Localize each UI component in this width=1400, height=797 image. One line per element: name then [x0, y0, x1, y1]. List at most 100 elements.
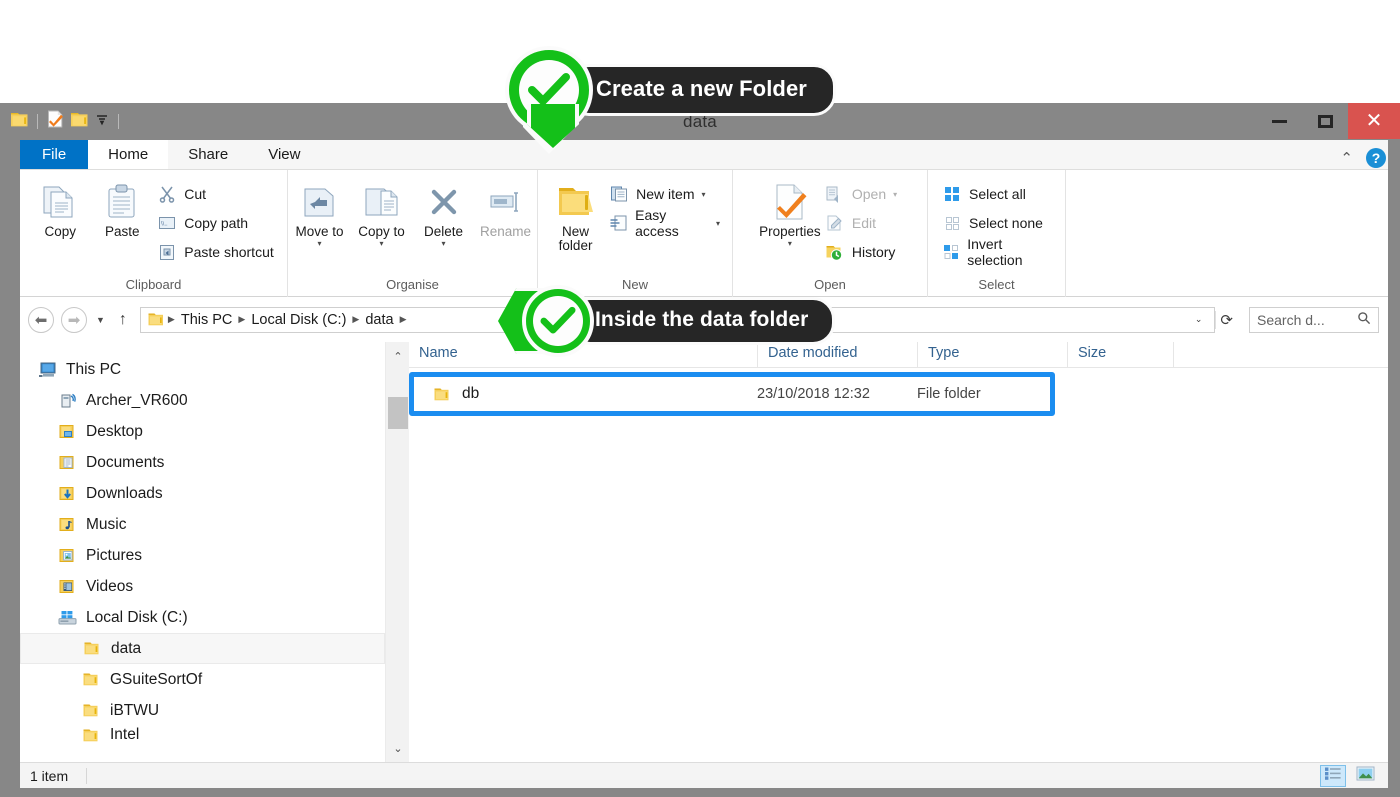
select-all-icon: [942, 184, 962, 204]
clipboard-small-commands: Cut \\.. Copy path Paste shortcut: [153, 176, 278, 264]
tab-file[interactable]: File: [20, 140, 89, 169]
file-rows: db 23/10/2018 12:32 File folder: [409, 368, 1388, 418]
tab-view[interactable]: View: [248, 140, 321, 169]
easy-access-icon: [609, 213, 628, 233]
callout-pin: [505, 46, 593, 154]
sidebar-item-gsuitesortof[interactable]: GSuiteSortOf: [20, 664, 385, 695]
tab-share[interactable]: Share: [168, 140, 249, 169]
chevron-down-icon[interactable]: ▾: [441, 240, 445, 248]
sidebar-item-desktop[interactable]: Desktop: [20, 416, 385, 447]
copy-path-button[interactable]: \\.. Copy path: [153, 211, 278, 235]
invert-selection-button[interactable]: Invert selection: [938, 236, 1057, 268]
folder-icon: [80, 702, 102, 719]
select-all-button[interactable]: Select all: [938, 182, 1057, 206]
select-none-button[interactable]: Select none: [938, 211, 1057, 235]
copy-path-label: Copy path: [184, 215, 249, 231]
close-button[interactable]: ✕: [1348, 103, 1400, 139]
column-header-size[interactable]: Size: [1067, 342, 1173, 367]
callout-inside-data-folder: Inside the data folder: [498, 285, 836, 357]
new-item-label: New item: [636, 186, 695, 202]
forward-button[interactable]: ➡: [61, 306, 87, 333]
up-button[interactable]: ↑: [119, 311, 127, 329]
window-frame-bottom: [0, 788, 1400, 797]
recent-locations-button[interactable]: ▼: [96, 315, 105, 325]
chevron-down-icon[interactable]: ▾: [702, 190, 706, 199]
breadcrumb-data[interactable]: data: [360, 312, 398, 328]
chevron-up-icon[interactable]: ⌃: [1340, 149, 1353, 167]
history-button[interactable]: History: [821, 240, 901, 264]
table-row[interactable]: db 23/10/2018 12:32 File folder: [409, 372, 1055, 416]
copy-label: Copy: [44, 224, 76, 239]
sidebar-item-videos[interactable]: Videos: [20, 571, 385, 602]
sidebar-item-label: This PC: [66, 360, 122, 378]
chevron-down-icon[interactable]: ▾: [893, 190, 897, 199]
sidebar-item-ibtwu[interactable]: iBTWU: [20, 695, 385, 726]
edit-button[interactable]: Edit: [821, 211, 901, 235]
move-to-button[interactable]: Move to ▾: [289, 176, 351, 248]
forward-arrow-icon: ➡: [67, 311, 81, 329]
cut-button[interactable]: Cut: [153, 182, 278, 206]
open-button[interactable]: Open ▾: [821, 182, 901, 206]
move-to-icon: [299, 180, 341, 224]
breadcrumb-this-pc[interactable]: This PC: [176, 312, 238, 328]
rename-button[interactable]: Rename: [475, 176, 537, 239]
sidebar-item-pictures[interactable]: Pictures: [20, 540, 385, 571]
scrollbar-thumb[interactable]: [388, 397, 408, 429]
help-icon[interactable]: ?: [1366, 148, 1386, 168]
chevron-down-icon[interactable]: ▾: [379, 240, 383, 248]
delete-icon: [426, 180, 462, 224]
easy-access-button[interactable]: Easy access ▾: [605, 207, 724, 239]
chevron-down-icon[interactable]: ▾: [716, 219, 720, 228]
downloads-folder-icon: [56, 485, 78, 502]
delete-button[interactable]: Delete ▾: [413, 176, 475, 248]
chevron-down-icon[interactable]: ▾: [788, 240, 792, 248]
tab-home[interactable]: Home: [88, 140, 169, 169]
chevron-down-icon[interactable]: ▾: [317, 240, 321, 248]
ribbon-group-select: Select all Select none Invert selection: [928, 170, 1066, 297]
details-view-button[interactable]: [1320, 764, 1346, 787]
sidebar-item-archer-vr600[interactable]: Archer_VR600: [20, 385, 385, 416]
sidebar-item-label: Videos: [86, 577, 134, 595]
chevron-down-icon[interactable]: ⌄: [386, 737, 410, 759]
back-button[interactable]: ⬅: [28, 306, 54, 333]
file-type-cell: File folder: [917, 386, 981, 402]
properties-icon: [770, 180, 810, 224]
address-dropdown-button[interactable]: ⌄: [1191, 314, 1211, 325]
breadcrumb-local-disk[interactable]: Local Disk (C:): [246, 312, 351, 328]
new-item-button[interactable]: New item ▾: [605, 182, 724, 206]
copy-to-icon: [361, 180, 403, 224]
rename-label: Rename: [479, 224, 532, 239]
new-folder-button[interactable]: New folder: [546, 176, 605, 253]
column-header-type[interactable]: Type: [917, 342, 1067, 367]
copy-to-button[interactable]: Copy to ▾: [351, 176, 413, 248]
chevron-right-icon[interactable]: ▶: [237, 314, 246, 325]
folder-icon: [80, 671, 102, 688]
refresh-button[interactable]: ⟳: [1215, 310, 1240, 329]
large-icons-view-button[interactable]: [1352, 765, 1378, 787]
ribbon-tab-strip: File Home Share View: [20, 140, 1388, 170]
sidebar-item-downloads[interactable]: Downloads: [20, 478, 385, 509]
sidebar-item-label: Archer_VR600: [86, 391, 188, 409]
paste-button[interactable]: Paste: [91, 176, 153, 239]
navigation-pane-scrollbar[interactable]: ⌃ ⌄: [385, 342, 409, 762]
sidebar-item-label: Desktop: [86, 422, 143, 440]
sidebar-item-documents[interactable]: Documents: [20, 447, 385, 478]
sidebar-item-data[interactable]: data: [20, 633, 385, 664]
chevron-right-icon[interactable]: ▶: [167, 314, 176, 325]
status-bar: 1 item: [20, 762, 1388, 788]
copy-button[interactable]: Copy: [29, 176, 91, 239]
sidebar-item-local-disk-c[interactable]: Local Disk (C:): [20, 602, 385, 633]
paste-shortcut-button[interactable]: Paste shortcut: [153, 240, 278, 264]
new-item-icon: [609, 184, 629, 204]
properties-button[interactable]: Properties ▾: [759, 176, 821, 248]
maximize-button[interactable]: [1302, 103, 1348, 139]
chevron-right-icon[interactable]: ▶: [399, 314, 408, 325]
minimize-button[interactable]: [1256, 103, 1302, 139]
chevron-up-icon[interactable]: ⌃: [386, 345, 410, 367]
search-input[interactable]: Search d...: [1249, 306, 1379, 333]
easy-access-label: Easy access: [635, 207, 679, 239]
sidebar-item-intel[interactable]: Intel: [20, 726, 385, 744]
sidebar-item-this-pc[interactable]: This PC: [20, 354, 385, 385]
chevron-right-icon[interactable]: ▶: [351, 314, 360, 325]
sidebar-item-music[interactable]: Music: [20, 509, 385, 540]
